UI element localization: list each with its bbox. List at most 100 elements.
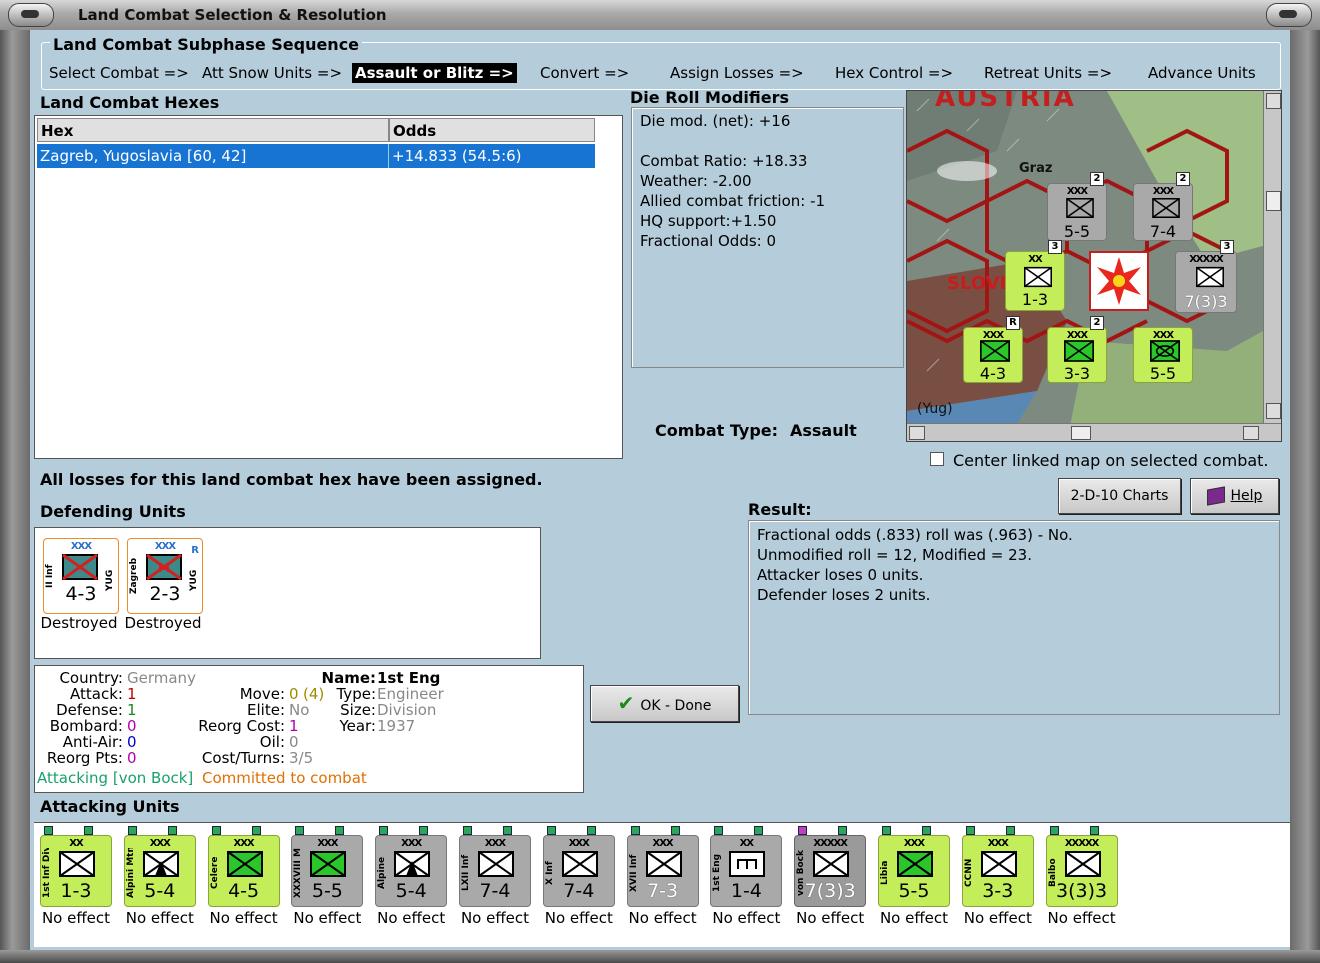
seq-step-assign-losses: Assign Losses => (670, 64, 804, 82)
supply-marker-icon (630, 826, 640, 835)
mech-unit-icon (1066, 198, 1094, 218)
map-label-yug: (Yug) (917, 401, 953, 417)
supply-marker-icon (922, 826, 931, 835)
mountain-unit-icon (394, 851, 431, 877)
infantry-unit-icon (561, 851, 598, 877)
losses-message: All losses for this land combat hex have… (40, 470, 543, 489)
column-header-hex[interactable]: Hex (37, 118, 389, 142)
die-line: HQ support:+1.50 (640, 212, 777, 230)
result-line: Defender loses 2 units. (757, 586, 931, 604)
attacking-status: No effect (544, 909, 613, 927)
attacking-counter[interactable]: XXX Celere 4-5 (207, 835, 280, 907)
map-counter[interactable]: XXX 4-3 R (963, 316, 1023, 383)
defending-counter[interactable]: XXX R Zagreb M YUG 2-3 (127, 538, 203, 614)
attacking-counter[interactable]: XXX Libia 5-5 (878, 835, 950, 907)
defending-counter[interactable]: XXX II Inf YUG 4-3 (43, 538, 119, 614)
supply-marker-icon (127, 826, 137, 835)
help-button-label: Help (1230, 488, 1263, 504)
counter-stack-badge: 2 (1176, 172, 1190, 186)
attacking-counter[interactable]: XXX LXII Inf 7-4 (459, 835, 531, 907)
attacking-counter[interactable]: XXXXX von Bock 7(3)3 (794, 835, 867, 907)
supply-marker-icon (295, 826, 305, 835)
attacking-counter[interactable]: XXX XXXVIII Mot 5-5 (291, 835, 364, 907)
scroll-left-icon[interactable] (909, 426, 925, 440)
map-counter[interactable]: XX 1-3 3 (1005, 240, 1065, 311)
scroll-right-icon[interactable] (1243, 426, 1259, 440)
supply-marker-icon (586, 826, 596, 835)
attacking-counter[interactable]: XX 1st Eng 1-4 (710, 835, 783, 907)
hex-table[interactable]: Hex Odds Zagreb, Yugoslavia [60, 42] +14… (34, 115, 623, 459)
map-counter[interactable]: XXX 7-4 2 (1133, 172, 1193, 241)
attacking-counter[interactable]: XXX Alpine 5-4 (375, 835, 448, 907)
center-map-checkbox[interactable] (930, 452, 944, 466)
close-icon[interactable] (1266, 3, 1312, 27)
seq-step-hex-control: Hex Control => (835, 64, 954, 82)
map-counter[interactable]: XXX 5-5 (1133, 327, 1193, 383)
map-counter[interactable]: XXXXX 7(3)3 3 (1175, 240, 1237, 313)
supply-marker-icon (546, 826, 556, 835)
attacking-counter[interactable]: XXX CCNN 3-3 (961, 835, 1034, 907)
attacking-status: No effect (963, 909, 1032, 927)
supply-marker-icon (167, 826, 177, 835)
charts-button[interactable]: 2-D-10 Charts (1058, 478, 1181, 514)
attacking-status: No effect (377, 909, 446, 927)
sequence-title: Land Combat Subphase Sequence (50, 35, 363, 54)
map-horizontal-scrollbar[interactable] (907, 423, 1281, 441)
scroll-up-icon[interactable] (1266, 93, 1281, 109)
scroll-thumb[interactable] (1266, 191, 1281, 211)
map-counter[interactable]: XXX 5-5 2 (1047, 172, 1107, 241)
table-row-odds-cell[interactable]: +14.833 (54.5:6) (389, 144, 595, 168)
ok-done-label: OK - Done (640, 698, 712, 714)
motorized-unit-icon (310, 851, 347, 877)
supply-marker-icon (335, 826, 345, 835)
column-header-odds[interactable]: Odds (389, 118, 595, 142)
result-line: Unmodified roll = 12, Modified = 23. (757, 546, 1032, 564)
die-line: Die mod. (net): +16 (640, 112, 791, 130)
table-row-hex-cell[interactable]: Zagreb, Yugoslavia [60, 42] (37, 144, 389, 168)
seq-step-convert: Convert => (540, 64, 630, 82)
result-line: Fractional odds (.833) roll was (.963) -… (757, 526, 1073, 544)
die-roll-box: Die mod. (net): +16 Combat Ratio: +18.33… (631, 107, 904, 368)
supply-marker-icon (84, 826, 93, 835)
map-counter[interactable]: XXX 3-3 2 (1047, 316, 1107, 383)
die-line: Weather: -2.00 (640, 172, 752, 190)
hexes-title: Land Combat Hexes (40, 93, 220, 112)
supply-marker-icon (1049, 826, 1059, 835)
result-line: Attacker loses 0 units. (757, 566, 924, 584)
map-label-graz: Graz (1019, 161, 1053, 176)
title-bar: Land Combat Selection & Resolution (0, 0, 1320, 31)
infantry-unit-icon (813, 851, 850, 877)
attacking-counter[interactable]: XXX XVII Inf 7-3 (626, 835, 699, 907)
attacking-counter[interactable]: XXX X Inf 7-4 (542, 835, 615, 907)
help-button[interactable]: Help (1190, 478, 1279, 514)
scroll-thumb[interactable] (1071, 426, 1091, 440)
seq-step-assault-current: Assault or Blitz => (352, 63, 517, 83)
center-map-label: Center linked map on selected combat. (953, 451, 1269, 470)
help-book-icon (1206, 486, 1225, 506)
frame-bottom (0, 950, 1320, 963)
seq-step-select-combat: Select Combat => (49, 64, 189, 82)
explosion-icon (1097, 257, 1141, 305)
frame-right (1290, 30, 1320, 963)
supply-marker-icon (44, 826, 53, 835)
scroll-down-icon[interactable] (1266, 403, 1281, 419)
attacking-counter[interactable]: XX 1st Inf Div 1-3 (40, 835, 112, 907)
checkmark-icon: ✔ (617, 691, 635, 715)
mech-unit-icon (1150, 340, 1180, 362)
motorized-unit-icon (897, 851, 933, 877)
army-unit-icon (1196, 266, 1224, 288)
combat-type-label: Combat Type: (655, 421, 779, 440)
result-title: Result: (748, 500, 812, 519)
supply-marker-icon (838, 826, 848, 835)
counter-stack-badge: 3 (1220, 240, 1234, 254)
supply-marker-icon (419, 826, 429, 835)
attacking-counter[interactable]: XXX Alpini Mtn 5-4 (123, 835, 196, 907)
supply-marker-icon (463, 826, 472, 835)
combat-target-marker[interactable] (1089, 251, 1149, 311)
infantry-unit-icon (1152, 198, 1180, 218)
map-vertical-scrollbar[interactable] (1263, 91, 1281, 423)
linked-map[interactable]: AUSTRIA Graz SLOVE (Yug) XXX 5-5 2 XXX 7… (906, 90, 1282, 442)
system-menu-icon[interactable] (8, 3, 54, 27)
attacking-counter[interactable]: XXXXX Balbo 3(3)3 (1045, 835, 1118, 907)
ok-done-button[interactable]: ✔ OK - Done (590, 685, 739, 722)
